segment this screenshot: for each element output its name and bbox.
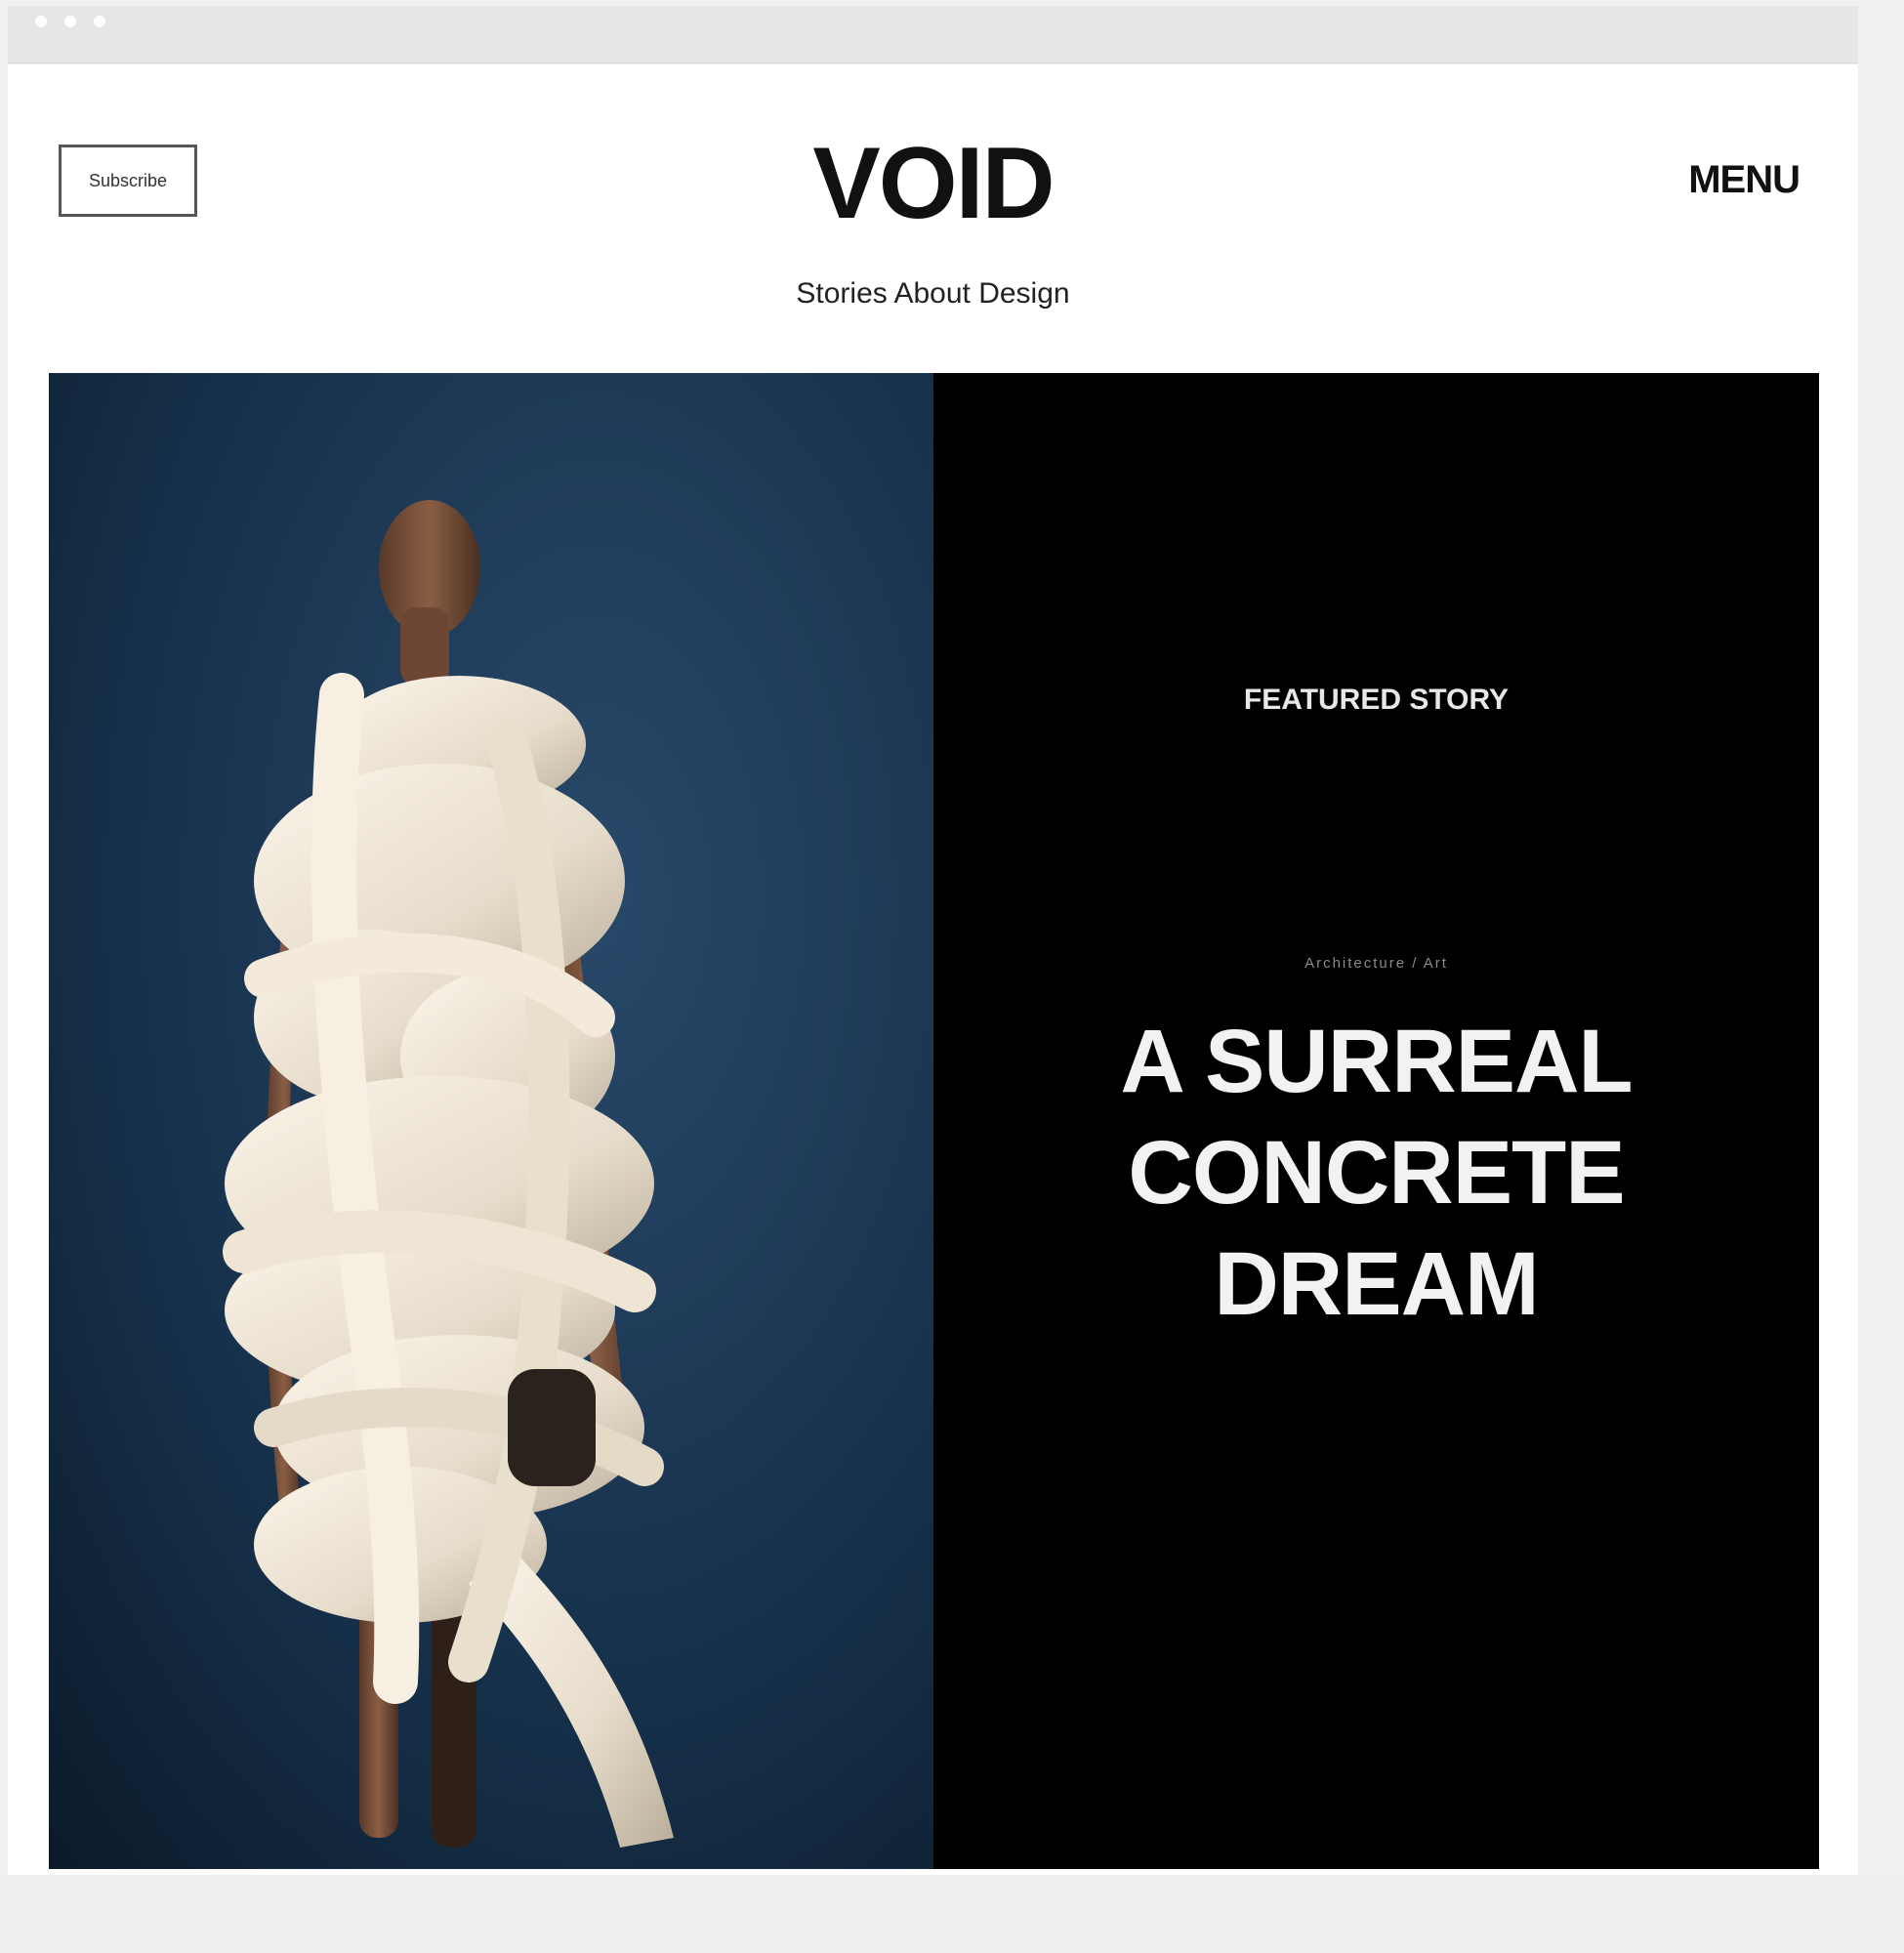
site-logo[interactable]: VOID bbox=[8, 133, 1858, 234]
hero-image[interactable] bbox=[49, 373, 933, 1869]
page-bottom-strip bbox=[0, 1877, 1904, 1953]
site-tagline: Stories About Design bbox=[796, 277, 1070, 310]
story-title-line: CONCRETE bbox=[1128, 1123, 1625, 1223]
page: Subscribe VOID MENU Stories About Design bbox=[8, 64, 1858, 1875]
story-title-line: A SURREAL bbox=[1120, 1012, 1633, 1111]
window-dot-icon bbox=[64, 16, 76, 27]
menu-button[interactable]: MENU bbox=[1688, 158, 1801, 202]
browser-chrome bbox=[8, 6, 1858, 63]
hero-text-panel[interactable]: FEATURED STORY Architecture / Art A SURR… bbox=[933, 373, 1819, 1869]
story-title-line: DREAM bbox=[1214, 1234, 1539, 1334]
window-dot-icon bbox=[94, 16, 105, 27]
featured-story-label: FEATURED STORY bbox=[1243, 684, 1510, 716]
story-title[interactable]: A SURREAL CONCRETE DREAM bbox=[933, 1006, 1819, 1340]
featured-hero[interactable]: FEATURED STORY Architecture / Art A SURR… bbox=[49, 373, 1819, 1869]
hero-photo bbox=[49, 373, 933, 1869]
window-dot-icon bbox=[35, 16, 47, 27]
story-category[interactable]: Architecture / Art bbox=[933, 955, 1819, 972]
